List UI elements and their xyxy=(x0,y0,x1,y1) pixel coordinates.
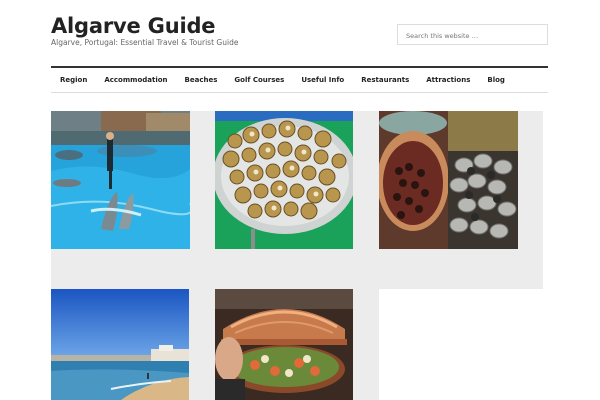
featured-tile-dolphins[interactable] xyxy=(51,111,190,249)
dolphin-show-photo xyxy=(51,111,190,249)
featured-tile-spices[interactable] xyxy=(379,111,518,249)
nav-item-accommodation[interactable]: Accommodation xyxy=(104,76,167,84)
site-description: Algarve, Portugal: Essential Travel & To… xyxy=(51,38,239,47)
nav-item-useful-info[interactable]: Useful Info xyxy=(301,76,344,84)
beach-photo xyxy=(51,289,189,400)
nav-item-attractions[interactable]: Attractions xyxy=(426,76,470,84)
snails-dish-photo xyxy=(215,111,353,249)
featured-tile-snails[interactable] xyxy=(215,111,353,249)
nav-item-beaches[interactable]: Beaches xyxy=(185,76,218,84)
featured-tile-beach[interactable] xyxy=(51,289,189,400)
search-box[interactable] xyxy=(397,24,548,46)
nav-item-golf-courses[interactable]: Golf Courses xyxy=(234,76,284,84)
cataplana-dish-photo xyxy=(215,289,353,400)
nav-item-restaurants[interactable]: Restaurants xyxy=(361,76,409,84)
spices-market-photo xyxy=(379,111,518,249)
main-navigation: Region Accommodation Beaches Golf Course… xyxy=(51,66,548,93)
nav-item-region[interactable]: Region xyxy=(60,76,87,84)
nav-item-blog[interactable]: Blog xyxy=(487,76,505,84)
featured-tile-cataplana[interactable] xyxy=(215,289,353,400)
search-input[interactable] xyxy=(398,26,547,46)
site-title[interactable]: Algarve Guide xyxy=(51,14,216,38)
